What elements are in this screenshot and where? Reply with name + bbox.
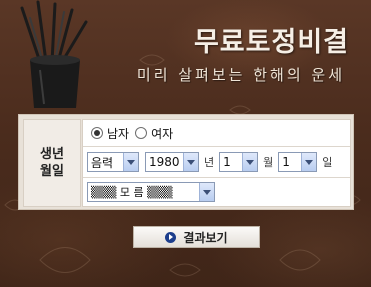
calendar-type-select[interactable]: 음력 — [87, 152, 139, 172]
form-fields: 남자 여자 음력 1980 년 1 월 1 일 ▒▒▒ 모 름 ▒▒▒ — [82, 119, 351, 207]
month-unit: 월 — [263, 156, 274, 169]
birth-time-select[interactable]: ▒▒▒ 모 름 ▒▒▒ — [87, 182, 215, 202]
play-circle-icon — [165, 231, 177, 243]
chevron-down-icon — [301, 153, 317, 171]
day-unit: 일 — [322, 156, 333, 169]
month-select[interactable]: 1 — [219, 152, 259, 172]
gender-radio-female[interactable] — [135, 127, 148, 139]
year-select[interactable]: 1980 — [145, 152, 199, 172]
time-row: ▒▒▒ 모 름 ▒▒▒ — [83, 178, 350, 206]
widget-background: 무료토정비결 미리 살펴보는 한해의 운세 생년 월일 남자 여자 음력 198… — [0, 0, 371, 287]
form-label-cell: 생년 월일 — [23, 119, 81, 207]
year-value: 1980 — [149, 155, 180, 169]
day-value: 1 — [282, 155, 290, 169]
brush-holder-icon — [20, 0, 88, 108]
chevron-down-icon — [123, 153, 138, 171]
year-unit: 년 — [204, 156, 215, 169]
gender-radio-male[interactable] — [91, 127, 103, 139]
chevron-down-icon — [242, 153, 258, 171]
month-value: 1 — [223, 155, 231, 169]
birthdate-label-line1: 생년 — [40, 147, 64, 162]
gender-row: 남자 여자 — [83, 120, 350, 147]
birthdate-label: 생년 월일 — [37, 146, 67, 180]
gender-label-male[interactable]: 남자 — [107, 125, 129, 142]
gender-label-female[interactable]: 여자 — [151, 125, 173, 142]
day-select[interactable]: 1 — [278, 152, 318, 172]
chevron-down-icon — [199, 183, 214, 201]
page-subtitle: 미리 살펴보는 한해의 운세 — [136, 66, 345, 84]
view-result-button[interactable]: 결과보기 — [133, 226, 260, 248]
view-result-label: 결과보기 — [183, 230, 228, 245]
calendar-type-value: 음력 — [91, 155, 114, 170]
date-row: 음력 1980 년 1 월 1 일 — [83, 147, 350, 178]
birth-time-value: ▒▒▒ 모 름 ▒▒▒ — [91, 186, 173, 199]
birthdate-label-line2: 월일 — [40, 164, 64, 179]
page-title: 무료토정비결 — [193, 27, 349, 58]
chevron-down-icon — [183, 153, 198, 171]
birthdate-form: 생년 월일 남자 여자 음력 1980 년 1 월 1 일 ▒▒▒ 모 름 ▒▒… — [18, 114, 354, 210]
